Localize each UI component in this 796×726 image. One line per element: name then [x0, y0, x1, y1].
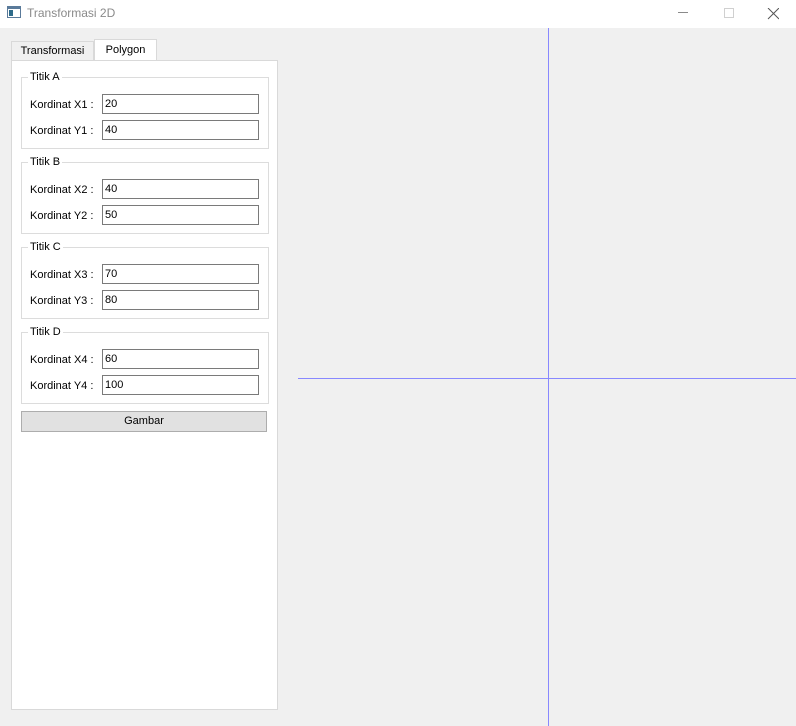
label-kordinat-x4: Kordinat X4 : — [30, 354, 94, 366]
title-bar[interactable]: Transformasi 2D — [0, 0, 796, 28]
group-titik-d: Titik D Kordinat X4 : Kordinat Y4 : — [21, 325, 269, 404]
kordinat-x3-input[interactable] — [102, 264, 259, 284]
group-title-titik-c: Titik C — [28, 240, 63, 254]
tab-polygon[interactable]: Polygon — [94, 39, 157, 61]
polygon-tab-panel: Titik A Kordinat X1 : Kordinat Y1 : Titi… — [11, 60, 278, 710]
group-titik-c: Titik C Kordinat X3 : Kordinat Y3 : — [21, 240, 269, 319]
label-kordinat-x1: Kordinat X1 : — [30, 99, 94, 111]
kordinat-x4-input[interactable] — [102, 349, 259, 369]
x-axis-line — [298, 378, 796, 379]
kordinat-x1-input[interactable] — [102, 94, 259, 114]
group-titik-b: Titik B Kordinat X2 : Kordinat Y2 : — [21, 155, 269, 234]
label-kordinat-y3: Kordinat Y3 : — [30, 295, 94, 307]
gambar-button[interactable]: Gambar — [21, 411, 267, 432]
group-title-titik-d: Titik D — [28, 325, 63, 339]
kordinat-x2-input[interactable] — [102, 179, 259, 199]
app-icon — [7, 6, 21, 18]
label-kordinat-y1: Kordinat Y1 : — [30, 125, 94, 137]
maximize-button[interactable] — [706, 0, 752, 28]
kordinat-y3-input[interactable] — [102, 290, 259, 310]
group-title-titik-b: Titik B — [28, 155, 63, 169]
maximize-icon — [724, 8, 734, 18]
drawing-canvas[interactable] — [298, 28, 796, 726]
label-kordinat-x3: Kordinat X3 : — [30, 269, 94, 281]
kordinat-y4-input[interactable] — [102, 375, 259, 395]
minimize-button[interactable] — [660, 0, 706, 28]
group-titik-a: Titik A Kordinat X1 : Kordinat Y1 : — [21, 70, 269, 149]
label-kordinat-y2: Kordinat Y2 : — [30, 210, 94, 222]
close-button[interactable] — [750, 0, 796, 28]
label-kordinat-x2: Kordinat X2 : — [30, 184, 94, 196]
label-kordinat-y4: Kordinat Y4 : — [30, 380, 94, 392]
y-axis-line — [548, 28, 549, 726]
tab-transformasi[interactable]: Transformasi — [11, 41, 94, 61]
window-title: Transformasi 2D — [27, 6, 116, 20]
group-title-titik-a: Titik A — [28, 70, 62, 84]
kordinat-y1-input[interactable] — [102, 120, 259, 140]
minimize-icon — [678, 12, 688, 13]
close-icon — [767, 8, 779, 20]
kordinat-y2-input[interactable] — [102, 205, 259, 225]
